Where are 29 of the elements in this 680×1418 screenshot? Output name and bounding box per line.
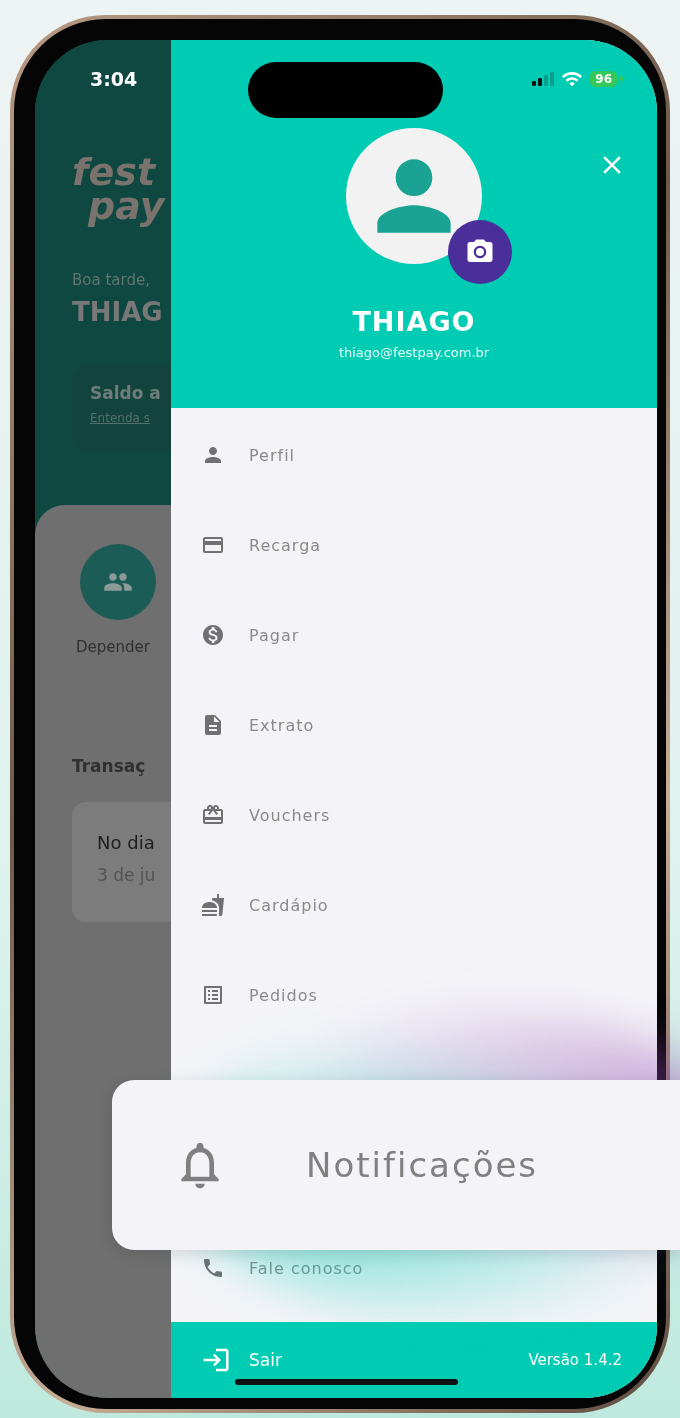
menu-item[interactable]: Extrato bbox=[171, 680, 657, 770]
dollar-coin-icon bbox=[201, 623, 225, 647]
list-icon bbox=[201, 983, 225, 1007]
menu-item[interactable]: Perfil bbox=[171, 410, 657, 500]
profile-name: THIAGO bbox=[352, 306, 476, 337]
info-link[interactable]: Entenda s bbox=[90, 411, 171, 425]
phone-icon bbox=[201, 1256, 225, 1280]
gift-card-icon bbox=[201, 803, 225, 827]
user-name: THIAG bbox=[72, 297, 164, 327]
menu-item[interactable]: Fale conosco bbox=[171, 1250, 657, 1286]
greeting-text: Boa tarde, bbox=[72, 271, 151, 289]
menu-item[interactable]: Recarga bbox=[171, 500, 657, 590]
menu-item[interactable]: Vouchers bbox=[171, 770, 657, 860]
menu-item[interactable]: Pedidos bbox=[171, 950, 657, 1040]
menu-item[interactable]: Cardápio bbox=[171, 860, 657, 950]
status-time: 3:04 bbox=[90, 68, 138, 90]
balance-title: Saldo a bbox=[90, 383, 162, 403]
logo-text: fest bbox=[72, 155, 158, 189]
transaction-title: No dia bbox=[97, 832, 156, 853]
signal-icon bbox=[532, 72, 555, 86]
version-text: Versão 1.4.2 bbox=[528, 1351, 622, 1369]
menu-item[interactable]: Pagar bbox=[171, 590, 657, 680]
food-icon bbox=[201, 893, 225, 917]
shortcut-label: Depender bbox=[76, 638, 151, 656]
camera-button[interactable] bbox=[448, 220, 512, 284]
notifications-item[interactable]: Notificações bbox=[112, 1080, 680, 1250]
profile-email: thiago@festpay.com.br bbox=[338, 345, 490, 360]
logout-button[interactable]: Sair bbox=[201, 1345, 282, 1375]
section-title: Transaç bbox=[72, 756, 147, 776]
